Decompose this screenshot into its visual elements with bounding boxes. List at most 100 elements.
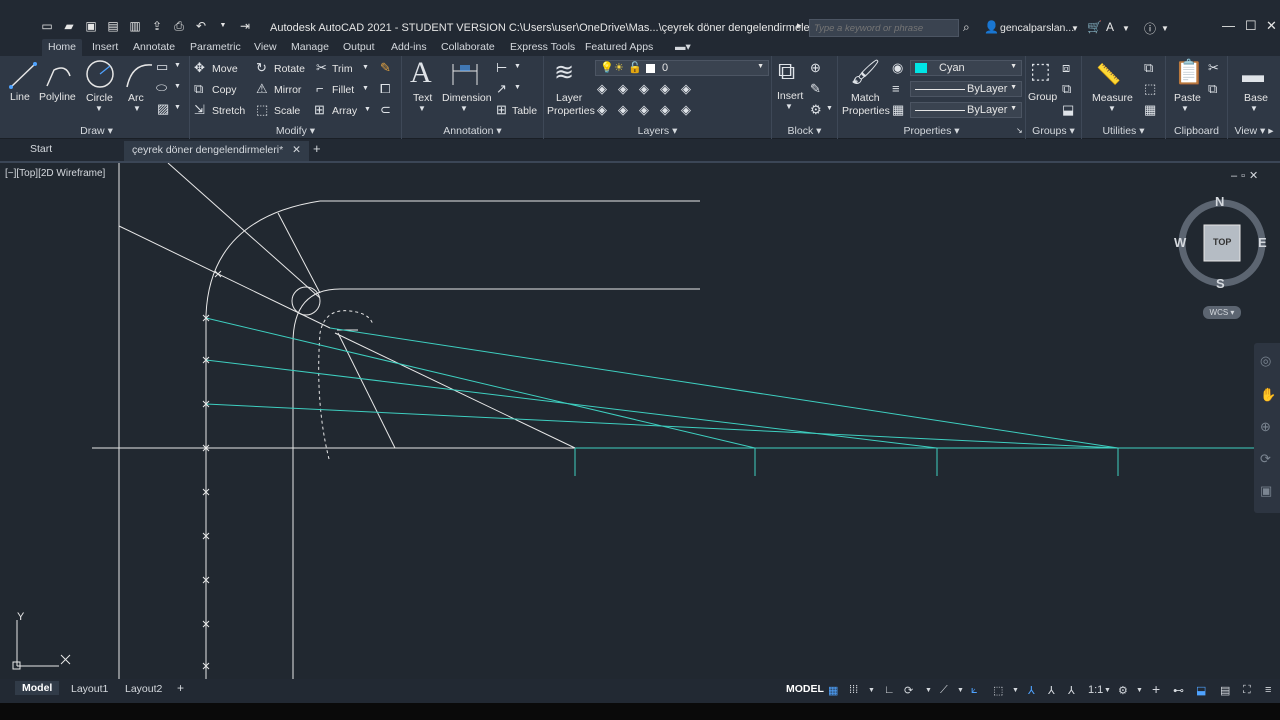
match-properties-icon[interactable]: 🖌 [850, 58, 880, 87]
tab-express-tools[interactable]: Express Tools [510, 41, 575, 53]
layers-panel-title[interactable]: Layers ▾ [544, 125, 771, 137]
layer-tool-2-icon[interactable]: ◈ [618, 81, 628, 97]
line-icon[interactable] [8, 60, 38, 90]
draw-panel-title[interactable]: Draw ▾ [4, 125, 189, 137]
viewcube-top-face[interactable]: TOP [1213, 237, 1231, 247]
active-drawing-tab[interactable]: çeyrek döner dengelendirmeleri* ✕ [124, 141, 309, 161]
isodraft-dropdown-icon[interactable]: ▼ [957, 687, 964, 694]
lineweight-dropdown[interactable]: ByLayer ▼ [910, 81, 1022, 97]
model-space-toggle[interactable]: MODEL [786, 683, 824, 695]
close-icon[interactable]: ✕ [1266, 18, 1277, 34]
group-icon[interactable]: ⬚ [1030, 58, 1051, 84]
copy-clip-icon[interactable]: ⧉ [1208, 81, 1217, 97]
linear-dimension-dropdown-icon[interactable]: ▼ [514, 63, 521, 70]
layer-tool-5-icon[interactable]: ◈ [681, 81, 691, 97]
polyline-button[interactable]: Polyline [39, 91, 76, 104]
clean-screen-icon[interactable]: ⛶ [1243, 684, 1251, 697]
rectangle-dropdown-icon[interactable]: ▼ [174, 62, 181, 69]
layer-tool-8-icon[interactable]: ◈ [639, 102, 649, 118]
viewcube-east[interactable]: E [1258, 235, 1267, 250]
measure-icon[interactable]: 📏 [1096, 62, 1121, 87]
tab-insert[interactable]: Insert [92, 41, 118, 53]
snap-icon[interactable]: ⁞⁞⁞ [849, 684, 858, 696]
layout1-tab[interactable]: Layout1 [71, 683, 108, 695]
insert-dropdown-icon[interactable]: ▼ [785, 102, 793, 111]
save-icon[interactable]: ▣ [84, 19, 98, 33]
annotation-monitor-icon[interactable]: + [1152, 681, 1160, 697]
layer-properties-button-line1[interactable]: Layer [556, 92, 582, 105]
annotation-visibility-icon[interactable]: ⅄ [1028, 684, 1035, 697]
circle-dropdown-icon[interactable]: ▼ [95, 104, 103, 113]
start-tab[interactable]: Start [30, 143, 52, 155]
layer-tool-4-icon[interactable]: ◈ [660, 81, 670, 97]
open-file-icon[interactable]: ▰ [62, 19, 76, 33]
scale-icon[interactable]: ⬚ [256, 102, 268, 118]
base-view-icon[interactable]: ▬ [1242, 62, 1264, 88]
table-button[interactable]: Table [512, 105, 537, 117]
mirror-icon[interactable]: ⚠ [256, 81, 268, 97]
isodraft-icon[interactable]: ⟋ [940, 684, 948, 697]
match-properties-line2[interactable]: Properties [842, 105, 890, 118]
layer-tool-6-icon[interactable]: ◈ [597, 102, 607, 118]
circle-icon[interactable] [84, 58, 116, 90]
offset-icon[interactable]: ⊂ [380, 102, 391, 118]
quick-properties-icon[interactable]: ⬓ [1196, 684, 1206, 697]
new-file-icon[interactable]: ▭ [40, 19, 54, 33]
scale-dropdown-icon[interactable]: ▼ [1104, 687, 1111, 694]
cut-icon[interactable]: ✂ [1208, 60, 1219, 76]
expand-title-icon[interactable]: ▸ [797, 20, 802, 31]
properties-launcher-icon[interactable]: ↘ [1016, 126, 1023, 135]
workspace-icon[interactable]: ⚙ [1118, 684, 1128, 697]
cad-drawing[interactable]: Y [0, 163, 1280, 679]
calculator-icon[interactable]: ▦ [1144, 102, 1156, 118]
user-dropdown-icon[interactable]: ▼ [1071, 24, 1079, 33]
undo-icon[interactable]: ↶ [194, 19, 208, 33]
array-button[interactable]: Array [332, 105, 357, 117]
ribbon-minimize-icon[interactable]: ▬▾ [675, 41, 691, 53]
tab-view[interactable]: View [254, 41, 277, 53]
share-icon[interactable]: ⇪ [150, 19, 164, 33]
scale-button[interactable]: Scale [274, 105, 300, 117]
hatch-dropdown-icon[interactable]: ▼ [174, 104, 181, 111]
stretch-icon[interactable]: ⇲ [194, 102, 205, 118]
modify-panel-title[interactable]: Modify ▾ [190, 125, 401, 137]
fillet-dropdown-icon[interactable]: ▼ [362, 85, 369, 92]
arc-dropdown-icon[interactable]: ▼ [133, 104, 141, 113]
tab-add-ins[interactable]: Add-ins [391, 41, 427, 53]
layer-properties-button-line2[interactable]: Properties [547, 105, 595, 118]
plot-icon[interactable]: ⎙ [172, 19, 186, 33]
minimize-icon[interactable]: — [1222, 18, 1235, 33]
group-select-icon[interactable]: ⬓ [1062, 102, 1074, 118]
polar-dropdown-icon[interactable]: ▼ [925, 687, 932, 694]
units-icon[interactable]: ⊷ [1173, 684, 1184, 697]
customization-icon[interactable]: ≡ [1265, 684, 1271, 696]
viewcube-south[interactable]: S [1216, 276, 1225, 291]
open-web-icon[interactable]: ▥ [128, 19, 142, 33]
ellipse-icon[interactable]: ⬭ [156, 80, 167, 96]
pan-icon[interactable]: ✋ [1260, 387, 1276, 403]
viewcube-west[interactable]: W [1174, 235, 1186, 250]
linear-dimension-icon[interactable]: ⊢ [496, 60, 507, 76]
tab-featured-apps[interactable]: Featured Apps [585, 41, 653, 53]
undo-dropdown-icon[interactable]: ▼ [216, 19, 230, 33]
snap-dropdown-icon[interactable]: ▼ [868, 687, 875, 694]
maximize-icon[interactable]: ☐ [1245, 18, 1257, 34]
annotation-autoscale-icon[interactable]: ⅄ [1048, 684, 1055, 697]
quick-select-icon[interactable]: ⧉ [1144, 60, 1153, 76]
layout2-tab[interactable]: Layout2 [125, 683, 162, 695]
grid-icon[interactable]: ▦ [828, 684, 838, 697]
trim-button[interactable]: Trim [332, 63, 353, 75]
polar-tracking-icon[interactable]: ⟳ [904, 684, 913, 697]
viewport-window-controls[interactable]: –▫✕ [1231, 169, 1262, 182]
dimension-dropdown-icon[interactable]: ▼ [460, 104, 468, 113]
stretch-button[interactable]: Stretch [212, 105, 245, 117]
object-snap-icon[interactable]: ⬚ [993, 684, 1003, 697]
groups-panel-title[interactable]: Groups ▾ [1026, 125, 1081, 137]
model-layout-tab[interactable]: Model [15, 681, 60, 695]
edit-block-icon[interactable]: ✎ [810, 81, 821, 97]
leader-icon[interactable]: ↗ [496, 81, 507, 97]
tab-parametric[interactable]: Parametric [190, 41, 241, 53]
dimension-icon[interactable] [450, 61, 480, 89]
fillet-icon[interactable]: ⌐ [316, 81, 324, 96]
tab-annotate[interactable]: Annotate [133, 41, 175, 53]
